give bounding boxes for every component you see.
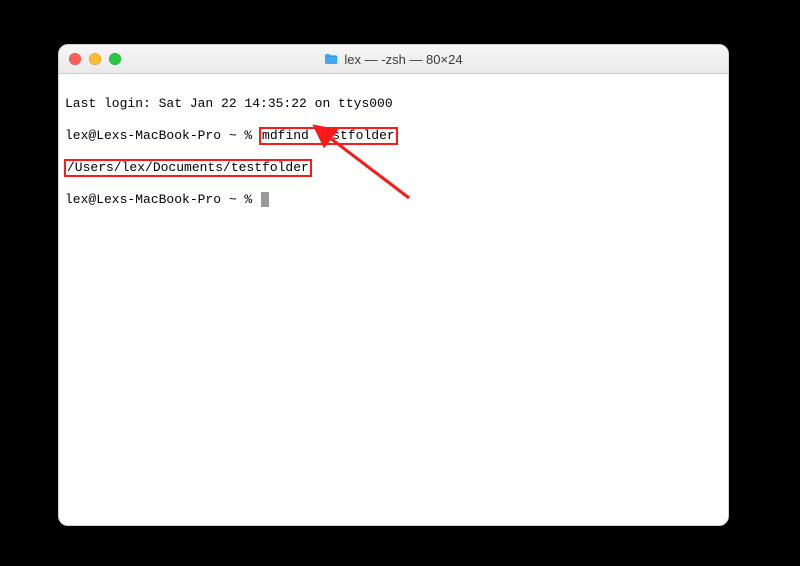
highlighted-output: /Users/lex/Documents/testfolder bbox=[64, 159, 312, 177]
terminal-cursor bbox=[261, 192, 269, 207]
highlighted-command: mdfind testfolder bbox=[259, 127, 398, 145]
terminal-window: lex — -zsh — 80×24 Last login: Sat Jan 2… bbox=[58, 44, 729, 526]
last-login-line: Last login: Sat Jan 22 14:35:22 on ttys0… bbox=[65, 96, 722, 112]
command-text: mdfind testfolder bbox=[262, 128, 395, 143]
terminal-output[interactable]: Last login: Sat Jan 22 14:35:22 on ttys0… bbox=[59, 74, 728, 526]
zoom-button[interactable] bbox=[109, 53, 121, 65]
traffic-lights bbox=[59, 53, 121, 65]
window-titlebar[interactable]: lex — -zsh — 80×24 bbox=[59, 45, 728, 74]
output-path-text: /Users/lex/Documents/testfolder bbox=[67, 160, 309, 175]
window-title-text: lex — -zsh — 80×24 bbox=[344, 52, 462, 67]
prompt-2-prefix: lex@Lexs-MacBook-Pro ~ % bbox=[65, 192, 260, 207]
close-button[interactable] bbox=[69, 53, 81, 65]
last-login-text: Last login: Sat Jan 22 14:35:22 on ttys0… bbox=[65, 96, 393, 111]
folder-icon bbox=[324, 53, 338, 65]
minimize-button[interactable] bbox=[89, 53, 101, 65]
prompt-1-prefix: lex@Lexs-MacBook-Pro ~ % bbox=[65, 128, 260, 143]
output-line: /Users/lex/Documents/testfolder bbox=[65, 160, 722, 176]
prompt-line-1: lex@Lexs-MacBook-Pro ~ % mdfind testfold… bbox=[65, 128, 722, 144]
prompt-line-2: lex@Lexs-MacBook-Pro ~ % bbox=[65, 192, 722, 208]
window-title: lex — -zsh — 80×24 bbox=[59, 52, 728, 67]
